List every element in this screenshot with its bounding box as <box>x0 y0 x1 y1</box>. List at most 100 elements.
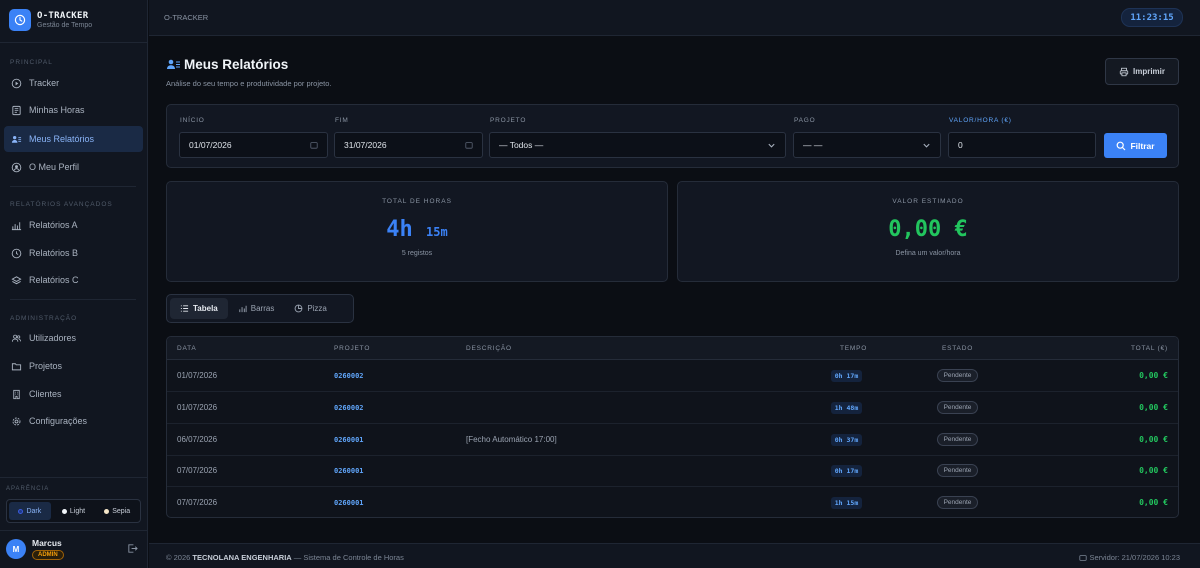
cell-total: 0,00 € <box>1139 371 1168 380</box>
sidebar-item-configuracoes[interactable]: Configurações <box>4 408 143 434</box>
calendar-icon[interactable] <box>465 141 473 149</box>
sidebar-item-meus-relatorios[interactable]: Meus Relatórios <box>4 126 143 152</box>
table-row[interactable]: 01/07/2026 0260002 1h 48m Pendente 0,00 … <box>167 392 1178 424</box>
tab-label: Barras <box>250 304 275 313</box>
search-icon <box>1117 141 1126 150</box>
theme-option-dark[interactable]: Dark <box>9 502 51 520</box>
user-name: Marcus <box>32 538 62 548</box>
user-circle-icon <box>11 162 22 172</box>
sidebar-divider <box>0 477 148 478</box>
sidebar-item-label: Relatórios B <box>29 248 79 258</box>
time-badge: 1h 15m <box>830 496 863 509</box>
top-bar: O-TRACKER 11:23:15 <box>149 0 1200 36</box>
sidebar-item-projetos[interactable]: Projetos <box>4 353 143 379</box>
sidebar-item-relatorios-c[interactable]: Relatórios C <box>4 267 143 293</box>
total-hours-label: TOTAL DE HORAS <box>382 198 452 205</box>
table-row[interactable]: 07/07/2026 0260001 1h 15m Pendente 0,00 … <box>167 487 1178 517</box>
start-date-value: 01/07/2026 <box>189 140 232 150</box>
estimated-value-card: VALOR ESTIMADO 0,00 € Defina um valor/ho… <box>677 181 1179 282</box>
table-row[interactable]: 07/07/2026 0260001 0h 17m Pendente 0,00 … <box>167 455 1178 487</box>
folder-icon <box>11 362 22 370</box>
minutes-part: 15m <box>426 225 448 239</box>
cell-project-link[interactable]: 0260001 <box>334 424 364 455</box>
theme-option-label: Sepia <box>112 507 131 515</box>
column-header-date[interactable]: DATA <box>177 345 197 352</box>
sidebar-item-label: Tracker <box>29 78 60 88</box>
sidebar-item-tracker[interactable]: Tracker <box>4 70 143 96</box>
paid-value: — — <box>803 140 823 150</box>
table-row[interactable]: 06/07/2026 0260001 [Fecho Automático 17:… <box>167 424 1178 456</box>
time-badge: 0h 17m <box>830 464 863 477</box>
time-badge: 0h 37m <box>830 433 863 446</box>
total-hours-value: 4h 15m <box>167 217 667 242</box>
column-header-state[interactable]: ESTADO <box>942 345 973 352</box>
calendar-icon[interactable] <box>310 141 318 149</box>
brand[interactable]: O-TRACKER Gestão de Tempo <box>9 9 92 31</box>
column-header-description[interactable]: DESCRIÇÃO <box>466 345 512 352</box>
section-label-relatorios-avancados: RELATÓRIOS AVANÇADOS <box>10 201 113 208</box>
status-badge: Pendente <box>936 433 979 446</box>
estimated-value: 0,00 € <box>888 217 968 242</box>
sidebar-divider <box>0 530 148 531</box>
column-header-total[interactable]: TOTAL (€) <box>1131 345 1168 352</box>
print-button[interactable]: Imprimir <box>1105 58 1179 85</box>
cell-project-link[interactable]: 0260001 <box>334 455 364 486</box>
breadcrumb[interactable]: O-TRACKER <box>164 13 208 22</box>
theme-option-sepia[interactable]: Sepia <box>96 502 138 520</box>
theme-dot-icon <box>104 508 110 514</box>
pie-chart-icon <box>294 304 303 313</box>
play-circle-icon <box>11 78 22 88</box>
brand-subtitle: Gestão de Tempo <box>37 22 93 29</box>
theme-option-label: Light <box>69 507 86 515</box>
cell-project-link[interactable]: 0260002 <box>334 392 364 423</box>
rate-input[interactable]: 0 <box>948 132 1096 158</box>
filter-button-label: Filtrar <box>1130 140 1155 151</box>
sidebar: O-TRACKER Gestão de Tempo PRINCIPAL Trac… <box>0 0 148 568</box>
tab-tabela[interactable]: Tabela <box>170 298 228 319</box>
rate-label: VALOR/HORA (€) <box>949 117 1012 124</box>
cell-project-link[interactable]: 0260002 <box>334 360 364 391</box>
sidebar-item-minhas-horas[interactable]: Minhas Horas <box>4 97 143 123</box>
sidebar-item-utilizadores[interactable]: Utilizadores <box>4 325 143 351</box>
tab-pizza[interactable]: Pizza <box>284 298 337 319</box>
filter-button[interactable]: Filtrar <box>1104 133 1167 158</box>
time-badge: 1h 48m <box>830 401 863 414</box>
users-list-icon <box>11 135 22 143</box>
column-header-project[interactable]: PROJETO <box>334 345 370 352</box>
cell-date: 01/07/2026 <box>177 371 218 380</box>
estimated-value-label: VALOR ESTIMADO <box>892 198 964 205</box>
page-title: Meus Relatórios <box>166 57 288 72</box>
column-header-time[interactable]: TEMPO <box>840 345 867 352</box>
sidebar-item-clientes[interactable]: Clientes <box>4 381 143 407</box>
chevron-down-icon <box>768 143 775 148</box>
end-date-input[interactable]: 31/07/2026 <box>334 132 483 158</box>
sidebar-item-relatorios-b[interactable]: Relatórios B <box>4 240 143 266</box>
sidebar-item-relatorios-a[interactable]: Relatórios A <box>4 212 143 238</box>
section-label-administracao: ADMINISTRAÇÃO <box>10 315 78 322</box>
document-icon <box>12 105 21 115</box>
project-select[interactable]: — Todos — <box>489 132 786 158</box>
cell-total: 0,00 € <box>1139 466 1168 475</box>
server-time-text: Servidor: 21/07/2026 10:23 <box>1089 553 1180 562</box>
footer: © 2026 TECNOLANA ENGENHARIA — Sistema de… <box>149 543 1200 568</box>
cell-description: [Fecho Automático 17:00] <box>466 435 557 444</box>
tab-label: Tabela <box>193 304 218 313</box>
cell-project-link[interactable]: 0260001 <box>334 487 364 517</box>
user-profile[interactable]: M Marcus ADMIN <box>6 538 64 560</box>
tab-barras[interactable]: Barras <box>228 298 285 319</box>
sidebar-item-o-meu-perfil[interactable]: O Meu Perfil <box>4 154 143 180</box>
view-tabs: Tabela Barras Pizza <box>166 294 354 323</box>
cell-total: 0,00 € <box>1139 403 1168 412</box>
theme-dot-icon <box>18 508 24 514</box>
sidebar-item-label: Clientes <box>29 389 62 399</box>
footer-tagline: — Sistema de Controle de Horas <box>293 553 404 562</box>
logout-icon[interactable] <box>127 543 138 556</box>
start-date-input[interactable]: 01/07/2026 <box>179 132 328 158</box>
paid-select[interactable]: — — <box>793 132 941 158</box>
theme-option-label: Dark <box>26 507 42 515</box>
table-row[interactable]: 01/07/2026 0260002 0h 17m Pendente 0,00 … <box>167 360 1178 392</box>
theme-option-light[interactable]: Light <box>53 502 95 520</box>
theme-dot-icon <box>61 508 67 514</box>
end-date-value: 31/07/2026 <box>344 140 387 150</box>
users-list-icon <box>167 59 180 69</box>
